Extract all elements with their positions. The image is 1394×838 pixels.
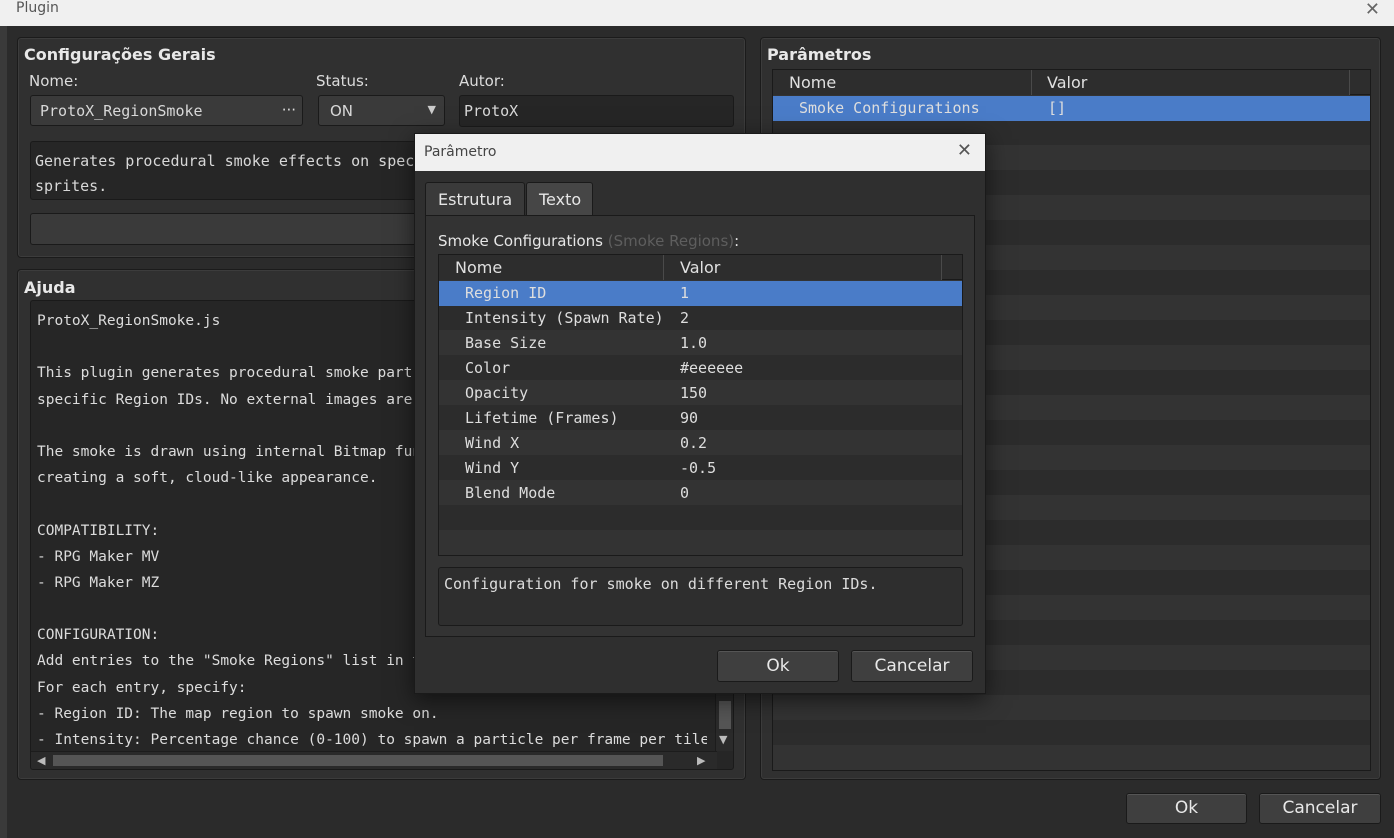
param-name: Smoke Configurations — [799, 99, 980, 117]
struct-row-value: #eeeeee — [680, 359, 744, 377]
param-value: [] — [1048, 99, 1067, 117]
dialog-cancel-button[interactable]: Cancelar — [851, 650, 973, 682]
tab-text[interactable]: Texto — [526, 182, 593, 215]
plugin-name-field[interactable]: ProtoX_RegionSmoke ··· — [30, 95, 303, 126]
struct-label-type: (Smoke Regions) — [607, 232, 735, 250]
struct-row-value: 2 — [680, 309, 690, 327]
author-value: ProtoX — [464, 102, 519, 120]
col-header-value[interactable]: Valor — [1032, 70, 1350, 95]
struct-label: Smoke Configurations (Smoke Regions): — [438, 232, 739, 250]
struct-row-name: Region ID — [465, 284, 547, 302]
scroll-right-icon[interactable]: ▶ — [697, 754, 705, 767]
tab-structure-label: Estrutura — [438, 190, 513, 209]
struct-list[interactable]: Nome Valor Region ID 1 Intensity (Spawn Ra… — [438, 254, 963, 556]
struct-label-colon: : — [734, 232, 740, 250]
vertical-scroll-thumb[interactable] — [719, 701, 731, 729]
scroll-left-icon[interactable]: ◀ — [37, 754, 45, 767]
col-header-name[interactable]: Nome — [439, 255, 664, 280]
author-field[interactable]: ProtoX — [459, 95, 734, 127]
list-item[interactable]: Smoke Configurations [] — [773, 96, 1370, 121]
struct-row-name: Lifetime (Frames) — [465, 409, 619, 427]
plugin-name-value: ProtoX_RegionSmoke — [40, 102, 203, 120]
struct-row-value: 0.2 — [680, 434, 708, 452]
cancel-button[interactable]: Cancelar — [1259, 793, 1381, 824]
dialog-titlebar: Parâmetro ✕ — [415, 134, 985, 171]
param-description-field[interactable]: Configuration for smoke on different Reg… — [438, 567, 963, 626]
help-line: - Intensity: Percentage chance (0-100) t… — [37, 732, 707, 748]
struct-row[interactable]: Base Size 1.0 — [439, 331, 962, 356]
struct-row[interactable]: Wind Y -0.5 — [439, 456, 962, 481]
dialog-title: Parâmetro — [424, 144, 497, 160]
parameters-list-header: Nome Valor — [773, 70, 1370, 95]
general-config-title: Configurações Gerais — [24, 45, 216, 64]
parameter-dialog: Parâmetro ✕ Estrutura Texto Smoke Config… — [414, 133, 986, 694]
struct-row-value: 0 — [680, 484, 690, 502]
struct-row-name: Opacity — [465, 384, 529, 402]
horizontal-scroll-thumb[interactable] — [53, 755, 663, 766]
struct-row-value: 150 — [680, 384, 708, 402]
struct-row[interactable]: Lifetime (Frames) 90 — [439, 406, 962, 431]
window-titlebar: Plugin ✕ — [0, 0, 1394, 26]
parameters-title: Parâmetros — [767, 45, 872, 64]
struct-row-name: Base Size — [465, 334, 547, 352]
status-label: Status: — [316, 72, 369, 90]
col-header-value[interactable]: Valor — [664, 255, 942, 280]
struct-row-name: Wind X — [465, 434, 520, 452]
struct-row-value: -0.5 — [680, 459, 717, 477]
help-horizontal-scrollbar[interactable]: ◀ ▶ — [31, 751, 717, 769]
chevron-down-icon: ▼ — [427, 103, 436, 116]
col-header-name[interactable]: Nome — [773, 70, 1032, 95]
struct-row[interactable]: Opacity 150 — [439, 381, 962, 406]
struct-row-value: 1 — [680, 284, 690, 302]
window-close-icon[interactable]: ✕ — [1365, 0, 1380, 20]
struct-row[interactable]: Color #eeeeee — [439, 356, 962, 381]
struct-label-main: Smoke Configurations — [438, 232, 603, 250]
dialog-close-icon[interactable]: ✕ — [957, 140, 972, 161]
name-label: Nome: — [29, 72, 79, 90]
scroll-down-icon[interactable]: ▼ — [719, 733, 727, 746]
ok-button[interactable]: Ok — [1126, 793, 1247, 824]
struct-row[interactable]: Blend Mode 0 — [439, 481, 962, 506]
struct-list-header: Nome Valor — [439, 255, 962, 280]
dialog-ok-button[interactable]: Ok — [717, 650, 839, 682]
author-label: Autor: — [459, 72, 505, 90]
struct-row-value: 1.0 — [680, 334, 708, 352]
help-line: - Region ID: The map region to spawn smo… — [37, 705, 439, 722]
struct-row-name: Wind Y — [465, 459, 520, 477]
status-select[interactable]: ON ▼ — [318, 95, 445, 126]
struct-row[interactable]: Wind X 0.2 — [439, 431, 962, 456]
window-title: Plugin — [16, 0, 59, 16]
help-title: Ajuda — [24, 278, 76, 297]
tab-structure[interactable]: Estrutura — [425, 182, 525, 216]
structure-panel: Smoke Configurations (Smoke Regions): No… — [425, 215, 975, 637]
struct-row-name: Blend Mode — [465, 484, 556, 502]
struct-row[interactable]: Intensity (Spawn Rate) 2 — [439, 306, 962, 331]
struct-row-value: 90 — [680, 409, 699, 427]
status-value: ON — [330, 102, 354, 120]
struct-row[interactable]: Region ID 1 — [439, 281, 962, 306]
left-edge-strip — [0, 26, 7, 838]
struct-row-name: Intensity (Spawn Rate) — [465, 309, 664, 327]
tab-text-label: Texto — [539, 190, 582, 209]
more-options-icon[interactable]: ··· — [282, 101, 296, 119]
struct-row-name: Color — [465, 359, 511, 377]
